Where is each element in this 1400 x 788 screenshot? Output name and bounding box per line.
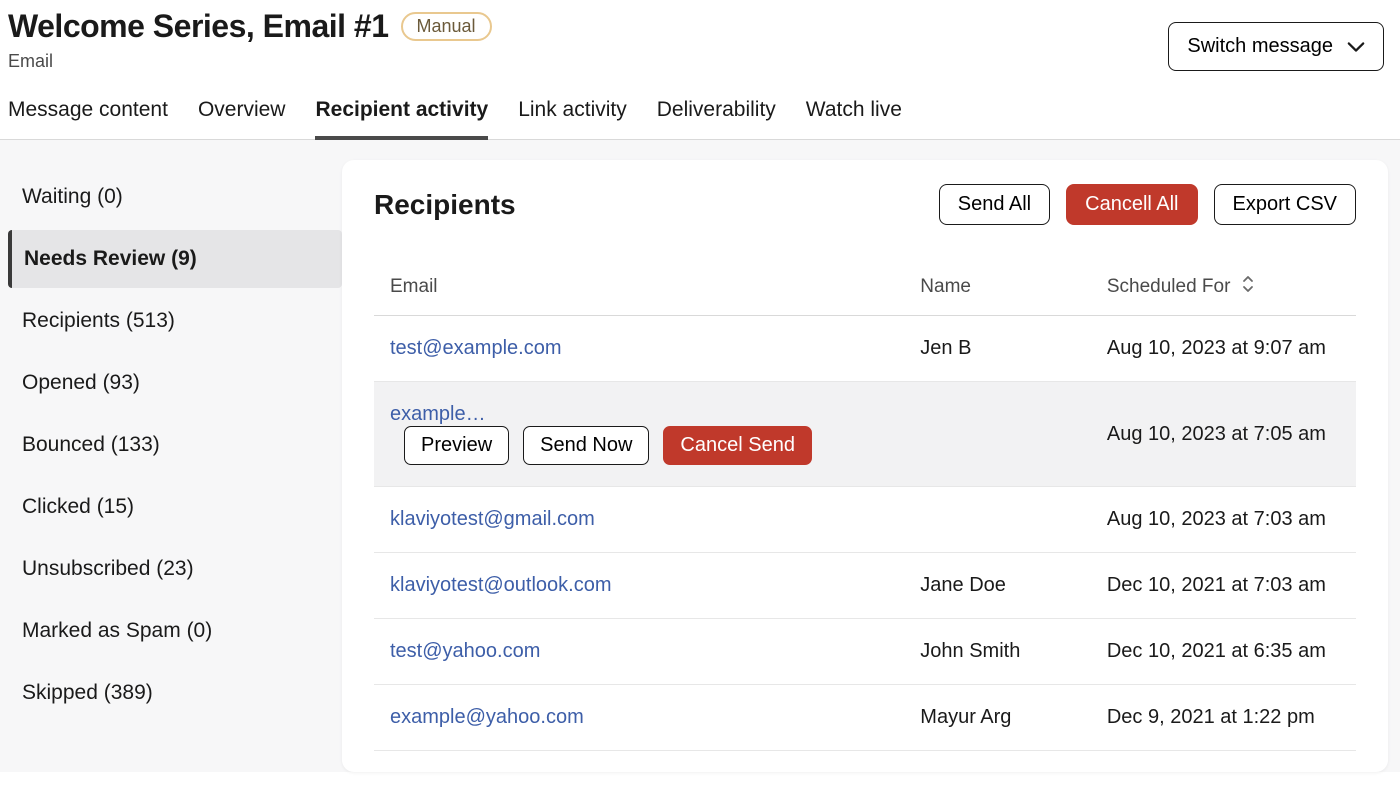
recipient-name: John Smith xyxy=(904,619,1091,685)
table-row: test@example.com Jen B Aug 10, 2023 at 9… xyxy=(374,316,1356,382)
page-subtitle: Email xyxy=(8,51,492,72)
sidebar-item-clicked[interactable]: Clicked (15) xyxy=(8,478,342,536)
recipient-scheduled: Aug 10, 2023 at 7:03 am xyxy=(1091,487,1356,553)
sort-icon xyxy=(1242,275,1254,299)
cancel-send-button[interactable]: Cancel Send xyxy=(663,426,812,465)
sidebar-item-needs-review[interactable]: Needs Review (9) xyxy=(8,230,342,288)
recipient-name xyxy=(904,382,1091,487)
recipient-email-link[interactable]: example@yahoo.com xyxy=(390,706,584,728)
tab-overview[interactable]: Overview xyxy=(198,98,286,139)
chevron-down-icon xyxy=(1347,41,1365,53)
recipient-name xyxy=(904,487,1091,553)
recipient-email-link[interactable]: example… xyxy=(390,403,486,426)
cancel-all-button[interactable]: Cancell All xyxy=(1066,184,1197,225)
recipient-name: Jen B xyxy=(904,316,1091,382)
table-row: test@yahoo.com John Smith Dec 10, 2021 a… xyxy=(374,619,1356,685)
recipients-card: Recipients Send All Cancell All Export C… xyxy=(342,160,1388,772)
status-badge: Manual xyxy=(401,12,492,41)
sidebar-item-marked-spam[interactable]: Marked as Spam (0) xyxy=(8,602,342,660)
recipient-email-link[interactable]: klaviyotest@gmail.com xyxy=(390,508,595,530)
switch-message-label: Switch message xyxy=(1187,35,1333,58)
table-row: example@yahoo.com Mayur Arg Dec 9, 2021 … xyxy=(374,685,1356,751)
recipient-scheduled: Aug 10, 2023 at 9:07 am xyxy=(1091,316,1356,382)
tab-deliverability[interactable]: Deliverability xyxy=(657,98,776,139)
col-email[interactable]: Email xyxy=(374,263,904,316)
page-title: Welcome Series, Email #1 xyxy=(8,8,389,45)
tab-watch-live[interactable]: Watch live xyxy=(806,98,902,139)
sidebar-item-opened[interactable]: Opened (93) xyxy=(8,354,342,412)
recipient-name: Mayur Arg xyxy=(904,685,1091,751)
col-scheduled[interactable]: Scheduled For xyxy=(1091,263,1356,316)
send-now-button[interactable]: Send Now xyxy=(523,426,649,465)
preview-button[interactable]: Preview xyxy=(404,426,509,465)
recipient-scheduled: Dec 10, 2021 at 7:03 am xyxy=(1091,553,1356,619)
switch-message-button[interactable]: Switch message xyxy=(1168,22,1384,71)
sidebar-item-unsubscribed[interactable]: Unsubscribed (23) xyxy=(8,540,342,598)
export-csv-button[interactable]: Export CSV xyxy=(1214,184,1356,225)
recipient-scheduled: Dec 10, 2021 at 6:35 am xyxy=(1091,619,1356,685)
sidebar-item-bounced[interactable]: Bounced (133) xyxy=(8,416,342,474)
table-row: klaviyotest@gmail.com Aug 10, 2023 at 7:… xyxy=(374,487,1356,553)
col-scheduled-label: Scheduled For xyxy=(1107,276,1231,297)
sidebar-item-waiting[interactable]: Waiting (0) xyxy=(8,168,342,226)
recipient-email-link[interactable]: test@yahoo.com xyxy=(390,640,540,662)
table-row: example… Preview Send Now Cancel Send Au… xyxy=(374,382,1356,487)
tabs-nav: Message content Overview Recipient activ… xyxy=(0,98,1400,140)
recipient-email-link[interactable]: test@example.com xyxy=(390,337,561,359)
tab-recipient-activity[interactable]: Recipient activity xyxy=(315,98,488,140)
col-name[interactable]: Name xyxy=(904,263,1091,316)
sidebar-item-recipients[interactable]: Recipients (513) xyxy=(8,292,342,350)
recipient-scheduled: Dec 9, 2021 at 1:22 pm xyxy=(1091,685,1356,751)
recipient-scheduled: Aug 10, 2023 at 7:05 am xyxy=(1091,382,1356,487)
sidebar: Waiting (0) Needs Review (9) Recipients … xyxy=(0,140,342,772)
send-all-button[interactable]: Send All xyxy=(939,184,1050,225)
sidebar-item-skipped[interactable]: Skipped (389) xyxy=(8,664,342,722)
tab-message-content[interactable]: Message content xyxy=(8,98,168,139)
recipients-table: Email Name Scheduled For xyxy=(374,263,1356,751)
recipient-name: Jane Doe xyxy=(904,553,1091,619)
card-title: Recipients xyxy=(374,189,516,221)
table-row: klaviyotest@outlook.com Jane Doe Dec 10,… xyxy=(374,553,1356,619)
tab-link-activity[interactable]: Link activity xyxy=(518,98,627,139)
recipient-email-link[interactable]: klaviyotest@outlook.com xyxy=(390,574,612,596)
